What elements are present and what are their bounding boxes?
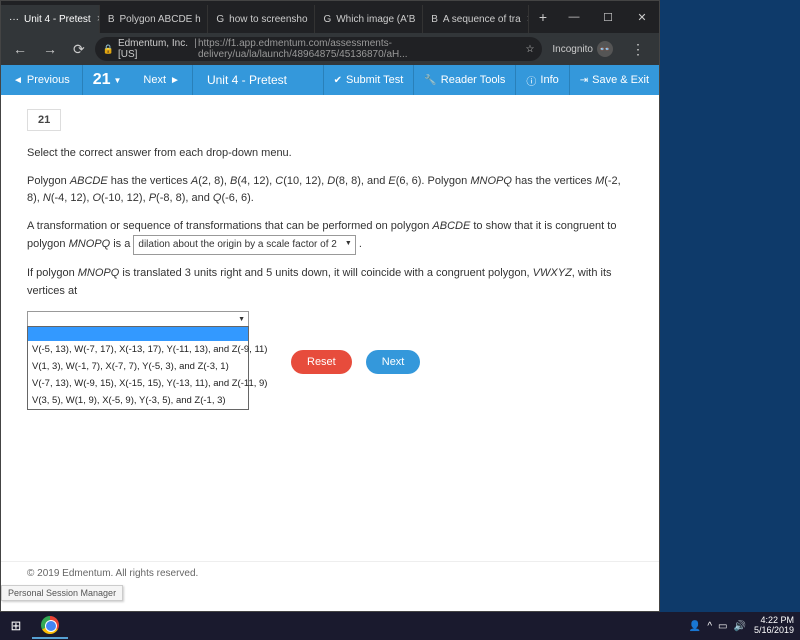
chevron-left-icon: ◄ xyxy=(13,75,23,86)
tab-title: Polygon ABCDE h xyxy=(120,14,201,25)
next-label: Next xyxy=(143,74,166,86)
url-path-text: https://f1.app.edmentum.com/assessments-… xyxy=(198,38,519,60)
chevron-down-icon: ▼ xyxy=(114,76,122,85)
start-button[interactable]: ⊞ xyxy=(0,612,32,640)
footer-copyright: © 2019 Edmentum. All rights reserved. xyxy=(1,561,659,585)
save-exit-button[interactable]: ⇥ Save & Exit xyxy=(569,65,659,95)
close-window-button[interactable]: ✕ xyxy=(625,3,659,31)
browser-title-bar: ···Unit 4 - Pretest× BPolygon ABCDE h× G… xyxy=(1,1,659,33)
tab-title: Which image (A'B xyxy=(336,14,415,25)
tray-people-icon[interactable]: 👤 xyxy=(689,621,701,632)
info-icon: ⓘ xyxy=(526,73,536,88)
app-header: ◄ Previous 21▼ Next ► Unit 4 - Pretest ✔ Su… xyxy=(1,65,659,95)
back-button[interactable]: ← xyxy=(7,37,33,61)
qnum-label: 21 xyxy=(93,71,111,89)
browser-tab-4[interactable]: BA sequence of tra× xyxy=(423,5,529,33)
save-label: Save & Exit xyxy=(592,74,649,86)
incognito-badge: Incognito 👓 xyxy=(546,41,619,57)
question-body-1: Polygon ABCDE has the vertices A(2, 8), … xyxy=(27,173,633,208)
dropdown-transformation[interactable]: dilation about the origin by a scale fac… xyxy=(133,235,355,255)
dropdown-option-1[interactable]: V(-5, 13), W(-7, 17), X(-13, 17), Y(-11,… xyxy=(28,341,248,358)
reset-button[interactable]: Reset xyxy=(291,350,352,374)
submit-test-button[interactable]: ✔ Submit Test xyxy=(323,65,414,95)
question-prompt: Select the correct answer from each drop… xyxy=(27,145,633,163)
tab-icon: ··· xyxy=(9,14,19,25)
tab-title: how to screensho xyxy=(229,14,307,25)
dropdown-vertices[interactable]: V(-5, 13), W(-7, 17), X(-13, 17), Y(-11,… xyxy=(27,311,249,327)
browser-tab-3[interactable]: GWhich image (A'B× xyxy=(315,5,423,33)
bookmark-icon[interactable]: ☆ xyxy=(525,44,534,55)
tray-volume-icon[interactable]: 🔊 xyxy=(734,621,746,632)
clock-date: 5/16/2019 xyxy=(754,626,794,636)
dropdown-option-2[interactable]: V(1, 3), W(-1, 7), X(-7, 7), Y(-5, 3), a… xyxy=(28,358,248,375)
forward-button[interactable]: → xyxy=(37,37,63,61)
submit-label: Submit Test xyxy=(346,74,403,86)
new-tab-button[interactable]: + xyxy=(529,9,557,25)
question-content: 21 Select the correct answer from each d… xyxy=(1,95,659,585)
info-button[interactable]: ⓘ Info xyxy=(515,65,568,95)
system-tray: 👤 ^ ▭ 🔊 4:22 PM 5/16/2019 xyxy=(689,616,800,636)
tab-icon: B xyxy=(431,14,438,25)
dropdown-option-3[interactable]: V(-7, 13), W(-9, 15), X(-15, 15), Y(-13,… xyxy=(28,375,248,392)
dropdown-option-0[interactable] xyxy=(28,327,248,341)
browser-tab-0[interactable]: ···Unit 4 - Pretest× xyxy=(1,5,100,33)
lock-icon: 🔒 xyxy=(103,44,114,55)
check-icon: ✔ xyxy=(334,75,342,86)
tray-up-icon[interactable]: ^ xyxy=(707,621,712,632)
tray-network-icon[interactable]: ▭ xyxy=(718,621,727,632)
minimize-button[interactable]: — xyxy=(557,3,591,31)
next-button[interactable]: Next ► xyxy=(131,65,193,95)
maximize-button[interactable]: ☐ xyxy=(591,3,625,31)
browser-tab-2[interactable]: Ghow to screensho× xyxy=(208,5,315,33)
wrench-icon: 🔧 xyxy=(424,75,436,86)
tab-icon: G xyxy=(216,14,224,25)
session-manager-tooltip: Personal Session Manager xyxy=(1,585,123,601)
exit-icon: ⇥ xyxy=(580,75,588,86)
incognito-icon: 👓 xyxy=(597,41,613,57)
taskbar-clock[interactable]: 4:22 PM 5/16/2019 xyxy=(754,616,794,636)
browser-nav-bar: ← → ⟳ 🔒 Edmentum, Inc. [US] | https://f1… xyxy=(1,33,659,65)
question-body-3: If polygon MNOPQ is translated 3 units r… xyxy=(27,265,633,300)
dropdown-option-4[interactable]: V(3, 5), W(1, 9), X(-5, 9), Y(-3, 5), an… xyxy=(28,392,248,409)
page-title: Unit 4 - Pretest xyxy=(193,73,301,87)
prev-label: Previous xyxy=(27,74,70,86)
tab-icon: G xyxy=(323,14,331,25)
reader-tools-button[interactable]: 🔧 Reader Tools xyxy=(413,65,515,95)
reload-button[interactable]: ⟳ xyxy=(67,37,91,62)
tab-icon: B xyxy=(108,14,115,25)
browser-menu-button[interactable]: ⋮ xyxy=(623,41,653,58)
previous-button[interactable]: ◄ Previous xyxy=(1,65,83,95)
info-label: Info xyxy=(540,74,558,86)
dropdown-vertices-list: V(-5, 13), W(-7, 17), X(-13, 17), Y(-11,… xyxy=(27,326,249,411)
incognito-label: Incognito xyxy=(552,44,593,55)
next-question-button[interactable]: Next xyxy=(366,350,421,374)
address-bar[interactable]: 🔒 Edmentum, Inc. [US] | https://f1.app.e… xyxy=(95,37,543,61)
tab-title: A sequence of tra xyxy=(443,14,521,25)
tab-title: Unit 4 - Pretest xyxy=(24,14,91,25)
url-host: Edmentum, Inc. [US] xyxy=(118,38,192,60)
question-body-2: A transformation or sequence of transfor… xyxy=(27,218,633,256)
question-number-dropdown[interactable]: 21▼ xyxy=(83,71,132,89)
taskbar-chrome[interactable] xyxy=(32,613,68,639)
dropdown-vertices-selected[interactable] xyxy=(27,311,249,327)
question-number-box: 21 xyxy=(27,109,61,131)
tools-label: Reader Tools xyxy=(441,74,506,86)
browser-tab-1[interactable]: BPolygon ABCDE h× xyxy=(100,5,209,33)
windows-taskbar: ⊞ 👤 ^ ▭ 🔊 4:22 PM 5/16/2019 xyxy=(0,612,800,640)
chevron-right-icon: ► xyxy=(170,75,180,86)
chrome-icon xyxy=(41,616,59,634)
